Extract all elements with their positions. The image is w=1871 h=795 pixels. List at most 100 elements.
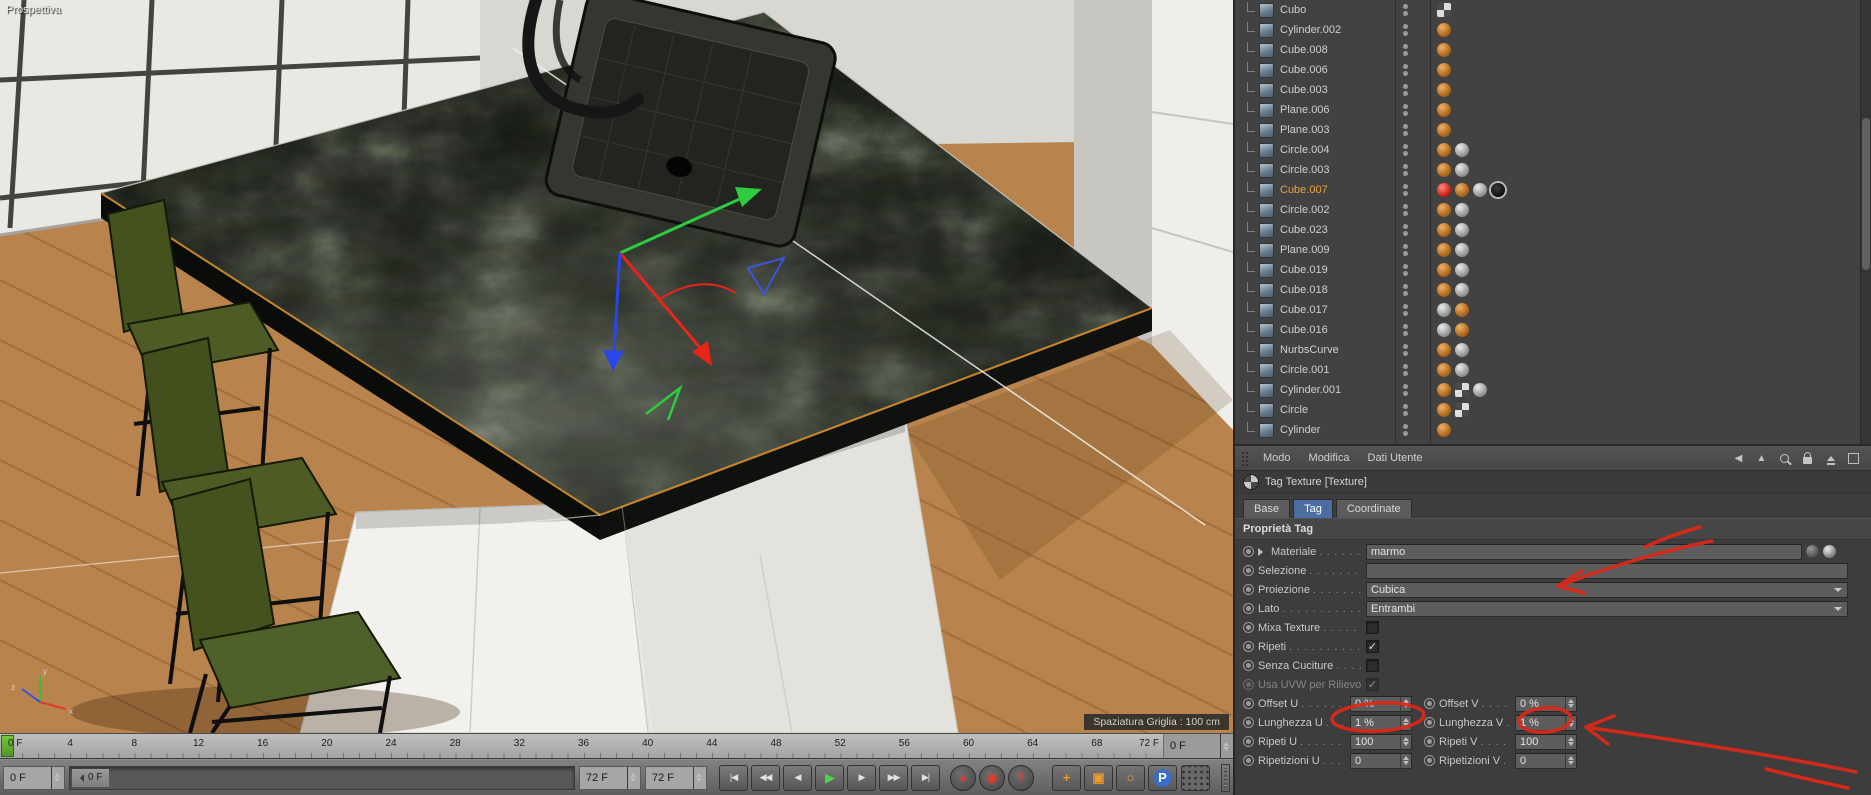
material-tag-icon[interactable] — [1437, 343, 1451, 357]
timeline-ruler[interactable]: 0 F 4 8 12 16 20 24 28 32 36 40 44 48 52 56 60 64 68 72 F … — [0, 733, 1233, 759]
previous-frame-button[interactable]: ◀ — [783, 764, 812, 791]
object-row[interactable]: Cube.018 — [1235, 280, 1871, 300]
next-frame-button[interactable]: ▶ — [847, 764, 876, 791]
material-tag-icon[interactable] — [1455, 183, 1469, 197]
materiale-field[interactable]: marmo — [1366, 543, 1802, 560]
proiezione-dropdown[interactable]: Cubica — [1366, 581, 1848, 598]
anim-toggle-icon[interactable] — [1243, 717, 1254, 728]
previous-key-button[interactable]: ◀◀ — [751, 764, 780, 791]
checker-tag-icon[interactable] — [1437, 3, 1451, 17]
object-icon[interactable] — [1259, 302, 1274, 318]
range-end-field[interactable]: 72 F — [579, 765, 641, 790]
ripeti-checkbox[interactable] — [1366, 640, 1379, 653]
play-button[interactable]: ▶ — [815, 764, 844, 791]
max-frame-field[interactable]: 72 F — [645, 765, 707, 790]
parameter-keying-button[interactable]: P — [1148, 764, 1177, 791]
phong-tag-icon[interactable] — [1455, 363, 1469, 377]
object-name[interactable]: Circle.004 — [1280, 144, 1330, 156]
anim-toggle-icon[interactable] — [1243, 736, 1254, 747]
phong-tag-icon[interactable] — [1455, 243, 1469, 257]
object-name[interactable]: Cube.007 — [1280, 184, 1328, 196]
start-frame-field[interactable]: 0 F — [3, 765, 65, 790]
go-to-start-button[interactable]: |◀ — [719, 764, 748, 791]
object-row[interactable]: NurbsCurve — [1235, 340, 1871, 360]
spinner[interactable] — [1400, 696, 1411, 711]
spinner[interactable] — [1565, 753, 1576, 768]
visibility-toggles[interactable] — [1403, 144, 1408, 156]
offset-v-field[interactable]: 0 % — [1515, 695, 1577, 712]
object-icon[interactable] — [1259, 42, 1274, 58]
visibility-toggles[interactable] — [1403, 164, 1408, 176]
object-icon[interactable] — [1259, 342, 1274, 358]
object-row[interactable]: Cylinder.002 — [1235, 20, 1871, 40]
object-name[interactable]: Cube.006 — [1280, 64, 1328, 76]
visibility-toggles[interactable] — [1403, 284, 1408, 296]
spinner[interactable] — [1400, 734, 1411, 749]
object-row[interactable]: Circle.003 — [1235, 160, 1871, 180]
object-icon[interactable] — [1259, 162, 1274, 178]
material-tag-icon[interactable] — [1437, 163, 1451, 177]
phong-tag-icon[interactable] — [1455, 223, 1469, 237]
texture-preview-icon[interactable] — [1806, 545, 1819, 558]
material-tag-icon[interactable] — [1437, 83, 1451, 97]
panel-edge-handle[interactable] — [1221, 763, 1230, 792]
record-keyframe-button[interactable]: ● — [950, 764, 976, 791]
visibility-toggles[interactable] — [1403, 304, 1408, 316]
lunghezza-v-field[interactable]: 1 % — [1515, 714, 1577, 731]
ripeti-u-field[interactable]: 100 — [1350, 733, 1412, 750]
lato-dropdown[interactable]: Entrambi — [1366, 600, 1848, 617]
object-name[interactable]: Plane.006 — [1280, 104, 1330, 116]
object-icon[interactable] — [1259, 222, 1274, 238]
object-name[interactable]: Cube.003 — [1280, 84, 1328, 96]
tab-coordinate[interactable]: Coordinate — [1335, 499, 1412, 518]
visibility-toggles[interactable] — [1403, 384, 1408, 396]
frame-spinner[interactable] — [1220, 734, 1231, 758]
visibility-toggles[interactable] — [1403, 104, 1408, 116]
phong-tag-icon[interactable] — [1455, 203, 1469, 217]
spinner[interactable] — [51, 766, 62, 789]
material-tag-icon[interactable] — [1437, 223, 1451, 237]
material-tag-icon[interactable] — [1437, 243, 1451, 257]
object-icon[interactable] — [1259, 422, 1274, 438]
visibility-toggles[interactable] — [1403, 184, 1408, 196]
visibility-toggles[interactable] — [1403, 224, 1408, 236]
offset-u-field[interactable]: 0 % — [1350, 695, 1412, 712]
object-icon[interactable] — [1259, 282, 1274, 298]
dock-icon[interactable] — [1823, 451, 1838, 466]
object-name[interactable]: Circle — [1280, 404, 1308, 416]
power-slider-handle[interactable]: 0 F — [72, 768, 110, 787]
material-tag-icon[interactable] — [1437, 103, 1451, 117]
checker-tag-icon[interactable] — [1455, 403, 1469, 417]
anim-toggle-icon[interactable] — [1424, 755, 1435, 766]
visibility-toggles[interactable] — [1403, 424, 1408, 436]
object-icon[interactable] — [1259, 122, 1274, 138]
object-row[interactable]: Plane.006 — [1235, 100, 1871, 120]
phong-tag-icon[interactable] — [1455, 163, 1469, 177]
material-tag-icon[interactable] — [1437, 123, 1451, 137]
panel-menu-icon[interactable] — [1846, 451, 1861, 466]
phong-tag-icon[interactable] — [1473, 383, 1487, 397]
tab-base[interactable]: Base — [1243, 499, 1291, 518]
material-tag-icon[interactable] — [1437, 23, 1451, 37]
phong-tag-icon[interactable] — [1437, 323, 1451, 337]
3d-scene[interactable]: x y z — [0, 0, 1233, 733]
material-tag-icon[interactable] — [1437, 383, 1451, 397]
object-icon[interactable] — [1259, 2, 1274, 18]
object-row[interactable]: Circle.001 — [1235, 360, 1871, 380]
phong-tag-icon[interactable] — [1455, 263, 1469, 277]
visibility-toggles[interactable] — [1403, 124, 1408, 136]
scale-keying-button[interactable]: ▣ — [1084, 764, 1113, 791]
anim-toggle-icon[interactable] — [1424, 698, 1435, 709]
material-tag-icon[interactable] — [1437, 283, 1451, 297]
spinner[interactable] — [627, 766, 638, 789]
scrollbar-thumb[interactable] — [1862, 118, 1870, 270]
visibility-toggles[interactable] — [1403, 264, 1408, 276]
object-icon[interactable] — [1259, 322, 1274, 338]
object-name[interactable]: Cylinder.002 — [1280, 24, 1341, 36]
object-icon[interactable] — [1259, 262, 1274, 278]
object-name[interactable]: Circle.003 — [1280, 164, 1330, 176]
object-name[interactable]: Circle.001 — [1280, 364, 1330, 376]
object-icon[interactable] — [1259, 382, 1274, 398]
phong-tag-icon[interactable] — [1455, 143, 1469, 157]
phong-tag-icon[interactable] — [1473, 183, 1487, 197]
